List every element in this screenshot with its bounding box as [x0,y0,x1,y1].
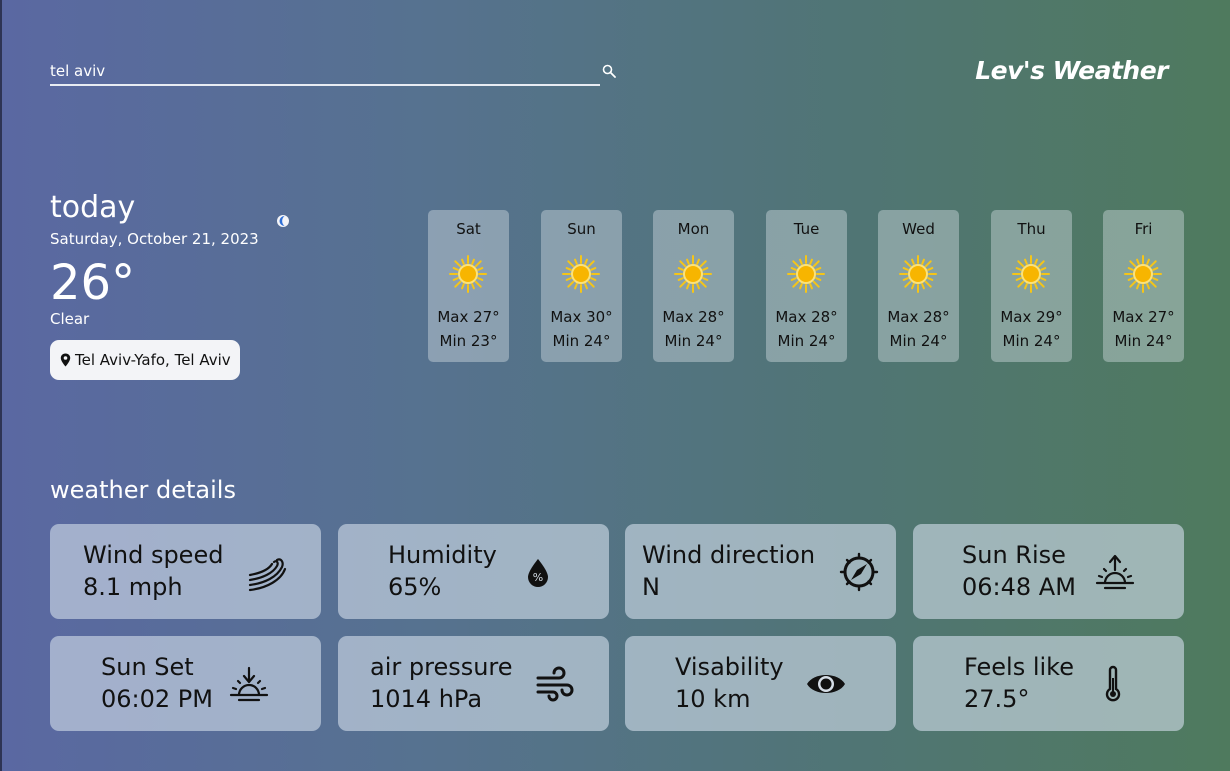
forecast-min: Min 24° [1114,332,1173,350]
current-condition: Clear [50,310,90,328]
card-value: 65% [388,573,442,601]
forecast-min: Min 24° [777,332,836,350]
svg-text:%: % [533,571,543,584]
wind-speed-icon [248,558,287,592]
card-value: 06:02 PM [101,685,213,713]
card-value: 10 km [675,685,751,713]
location-name: Tel Aviv-Yafo, Tel Aviv [75,351,231,369]
forecast-day-label: Mon [677,220,710,238]
visibility-card: Visability 10 km [625,636,896,731]
sun-icon [1124,255,1162,293]
forecast-day-sat: Sat Max 27° Min 23° [428,210,509,362]
forecast-day-label: Wed [902,220,935,238]
forecast-min: Min 23° [439,332,498,350]
forecast-day-label: Sun [567,220,596,238]
sunrise-icon [1095,554,1135,590]
forecast-day-label: Fri [1134,220,1153,238]
forecast-day-wed: Wed Max 28° Min 24° [878,210,959,362]
sun-icon [562,255,600,293]
air-pressure-card: air pressure 1014 hPa [338,636,609,731]
card-label: Sun Rise [962,541,1066,569]
wind-speed-card: Wind speed 8.1 mph [50,524,321,619]
compass-icon [839,552,879,592]
forecast-min: Min 24° [552,332,611,350]
forecast-min: Min 24° [889,332,948,350]
forecast-day-mon: Mon Max 28° Min 24° [653,210,734,362]
location-pin-icon [60,353,71,367]
air-pressure-icon [536,666,574,702]
card-value: N [642,573,660,601]
forecast-day-thu: Thu Max 29° Min 24° [991,210,1072,362]
forecast-max: Max 28° [775,308,838,326]
wind-direction-card: Wind direction N [625,524,896,619]
current-temperature: 26° [50,255,136,311]
sun-icon [1012,255,1050,293]
forecast-max: Max 30° [550,308,613,326]
forecast-max: Max 27° [1112,308,1175,326]
app-title: Lev's Weather [975,56,1168,85]
humidity-card: Humidity 65% % [338,524,609,619]
card-value: 06:48 AM [962,573,1076,601]
current-date: Saturday, October 21, 2023 [50,230,259,248]
location-badge: Tel Aviv-Yafo, Tel Aviv [50,340,240,380]
forecast-day-sun: Sun Max 30° Min 24° [541,210,622,362]
forecast-max: Max 28° [662,308,725,326]
feels-like-card: Feels like 27.5° [913,636,1184,731]
forecast-day-label: Thu [1017,220,1046,238]
thermometer-icon [1105,665,1121,702]
card-label: Visability [675,653,784,681]
forecast-min: Min 24° [664,332,723,350]
card-label: Feels like [964,653,1074,681]
card-label: Wind direction [642,541,816,569]
eye-icon [807,675,845,693]
forecast-day-fri: Fri Max 27° Min 24° [1103,210,1184,362]
search-icon[interactable] [602,64,616,78]
sun-icon [674,255,712,293]
forecast-min: Min 24° [1002,332,1061,350]
card-label: Humidity [388,541,497,569]
humidity-icon: % [528,559,548,587]
forecast-day-label: Sat [456,220,481,238]
window-edge [0,0,2,771]
weather-details-title: weather details [50,476,236,504]
card-value: 27.5° [964,685,1030,713]
search-input[interactable] [50,58,600,86]
card-value: 1014 hPa [370,685,483,713]
forecast-max: Max 28° [887,308,950,326]
forecast-day-label: Tue [793,220,820,238]
forecast-max: Max 29° [1000,308,1063,326]
card-label: air pressure [370,653,513,681]
sunrise-card: Sun Rise 06:48 AM [913,524,1184,619]
card-label: Wind speed [83,541,224,569]
forecast-day-tue: Tue Max 28° Min 24° [766,210,847,362]
search-bar [50,56,618,86]
sun-icon [787,255,825,293]
sun-icon [449,255,487,293]
today-heading: today [50,190,136,225]
card-value: 8.1 mph [83,573,183,601]
sunset-icon [229,666,269,702]
card-label: Sun Set [101,653,194,681]
moon-icon [277,215,289,227]
sunset-card: Sun Set 06:02 PM [50,636,321,731]
forecast-max: Max 27° [437,308,500,326]
sun-icon [899,255,937,293]
